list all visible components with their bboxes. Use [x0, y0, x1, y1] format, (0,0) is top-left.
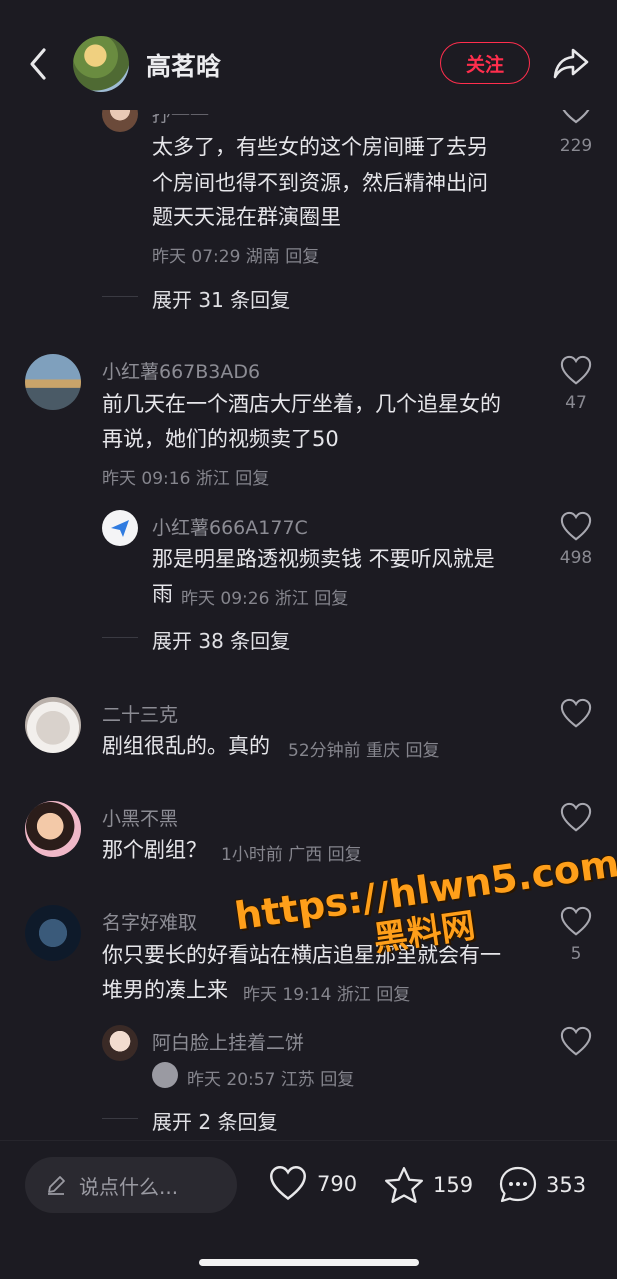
- commenter-name[interactable]: 小红薯667B3AD6: [102, 357, 260, 384]
- comment-meta[interactable]: 52分钟前 重庆 回复: [288, 736, 439, 761]
- comment-text: 太多了，有些女的这个房间睡了去另: [152, 135, 488, 159]
- author-name[interactable]: 高茗晗: [146, 47, 221, 83]
- divider: [102, 1118, 138, 1119]
- comment-meta[interactable]: 昨天 07:29 湖南 回复: [152, 242, 319, 267]
- comment-bubble-icon: [499, 1166, 537, 1203]
- comment-meta[interactable]: 昨天 09:16 浙江 回复: [102, 464, 269, 489]
- divider: [102, 637, 138, 638]
- comment-meta[interactable]: 1小时前 广西 回复: [221, 840, 362, 865]
- commenter-name[interactable]: 名字好难取: [102, 908, 197, 935]
- like-button[interactable]: [558, 698, 594, 734]
- bottom-bar: 说点什么... 790 159 353: [0, 1140, 617, 1279]
- like-button[interactable]: [558, 355, 594, 391]
- like-button[interactable]: [558, 802, 594, 838]
- heart-icon: [560, 355, 592, 385]
- comment-meta[interactable]: 昨天 09:26 浙江 回复: [181, 584, 348, 609]
- collect-button[interactable]: 159: [383, 1165, 473, 1205]
- like-button[interactable]: [558, 1026, 594, 1062]
- home-indicator: [199, 1259, 419, 1266]
- expand-replies-button[interactable]: 展开 31 条回复: [152, 284, 290, 313]
- like-button[interactable]: [558, 906, 594, 942]
- comment-text: 题天天混在群演圈里: [152, 205, 341, 229]
- commenter-avatar[interactable]: [25, 905, 81, 961]
- commenter-name[interactable]: 阿白脸上挂着二饼: [152, 1028, 304, 1055]
- share-icon: [553, 48, 589, 79]
- comment-text: 那个剧组？: [102, 838, 207, 862]
- top-bar: 高茗晗 关注: [0, 0, 617, 110]
- comment-text: 个房间也得不到资源，然后精神出问: [152, 171, 488, 195]
- comment-text: 堆男的凑上来: [102, 978, 228, 1002]
- commenter-name[interactable]: 小红薯666A177C: [152, 513, 308, 540]
- pencil-icon: [48, 1176, 65, 1195]
- like-post-button[interactable]: 790: [267, 1165, 357, 1203]
- commenter-avatar[interactable]: [25, 354, 81, 410]
- comment-text: 再说，她们的视频卖了50: [102, 427, 339, 451]
- commenter-avatar[interactable]: [102, 1025, 138, 1061]
- comment-meta[interactable]: 昨天 19:14 浙江 回复: [243, 980, 410, 1005]
- comment-text: 剧组很乱的。真的: [102, 734, 270, 758]
- back-button[interactable]: [22, 42, 56, 86]
- expand-replies-button[interactable]: 展开 38 条回复: [152, 625, 290, 654]
- commenter-avatar[interactable]: [102, 510, 138, 546]
- like-button[interactable]: [558, 511, 594, 547]
- author-avatar[interactable]: [73, 36, 129, 92]
- star-icon: [384, 1167, 424, 1203]
- comment-button[interactable]: 353: [498, 1165, 586, 1205]
- comment-text: 那是明星路透视频卖钱 不要听风就是: [152, 547, 495, 571]
- comment-total: 353: [546, 1173, 587, 1197]
- comment-meta[interactable]: 昨天 20:57 江苏 回复: [187, 1065, 354, 1090]
- expand-replies-button[interactable]: 展开 2 条回复: [152, 1106, 277, 1135]
- follow-button[interactable]: 关注: [440, 42, 530, 84]
- commenter-name[interactable]: 二十三克: [102, 700, 178, 727]
- paper-plane-icon: [111, 520, 129, 537]
- comment-input-placeholder: 说点什么...: [79, 1174, 179, 1199]
- commenter-name[interactable]: 小黑不黑: [102, 804, 178, 831]
- commenter-avatar[interactable]: [25, 801, 81, 857]
- heart-icon: [560, 698, 592, 728]
- heart-icon: [270, 1166, 306, 1201]
- collect-total: 159: [433, 1173, 474, 1197]
- comment-text: 前几天在一个酒店大厅坐着，几个追星女的: [102, 392, 501, 416]
- heart-icon: [560, 802, 592, 832]
- divider: [102, 296, 138, 297]
- heart-icon: [560, 906, 592, 936]
- commenter-avatar[interactable]: [25, 697, 81, 753]
- like-count: 47: [565, 393, 587, 413]
- heart-icon: [560, 511, 592, 541]
- share-button[interactable]: [552, 44, 590, 82]
- sticker-icon: [152, 1062, 178, 1088]
- chevron-left-icon: [30, 48, 46, 80]
- comment-input[interactable]: 说点什么...: [25, 1157, 237, 1213]
- like-count: 229: [559, 136, 593, 156]
- comment-text: 雨: [152, 582, 173, 606]
- like-count: 498: [559, 548, 593, 568]
- heart-icon: [560, 1026, 592, 1056]
- like-count: 5: [570, 944, 582, 964]
- like-total: 790: [317, 1172, 358, 1196]
